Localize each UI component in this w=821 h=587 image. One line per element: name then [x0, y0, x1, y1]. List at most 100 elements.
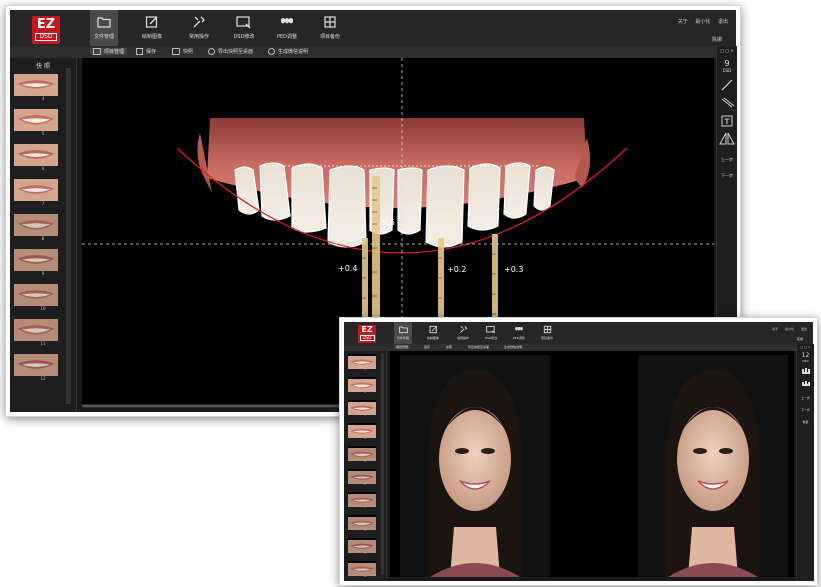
title-bar: EZ DSD 文件管理 绘制图像 常用操作 DSD修改 PED调整 项目备份 关 — [344, 322, 813, 344]
snapshot-image — [348, 423, 376, 438]
snapshot-thumbnail[interactable]: 10 — [344, 561, 386, 578]
user-name: 陈娜 — [711, 37, 722, 43]
export-snapshot-button[interactable]: 导出快照至桌面 — [468, 345, 489, 349]
snapshot-button[interactable]: 快照 — [172, 48, 193, 55]
undo-button[interactable]: 上一步 — [797, 396, 814, 400]
tool-ped-adjust[interactable]: PED调整 — [510, 322, 528, 344]
snapshot-thumbnail[interactable]: 7 — [344, 492, 386, 509]
ruler-tool-icon[interactable] — [717, 95, 737, 111]
sidebar-scrollbar[interactable] — [66, 68, 71, 404]
redo-button[interactable]: 下一步 — [797, 408, 814, 412]
dsd-value-label: DSD — [802, 359, 809, 363]
snapshot-thumbnail[interactable]: 2 — [344, 377, 386, 394]
thumbnail-list: 1 2 3 4 5 6 7 8 9 10 — [344, 351, 386, 578]
dsd-icon — [236, 16, 251, 29]
dsd-value-label: DSD — [722, 68, 732, 73]
folder-icon — [398, 326, 408, 334]
save-icon — [136, 48, 143, 55]
teeth-icon — [281, 18, 293, 24]
project-management-button[interactable]: 项目管理 — [90, 48, 128, 55]
backup-icon — [543, 325, 551, 334]
project-management-button[interactable]: 项目管理 — [394, 345, 411, 349]
sub-toolbar: 项目管理 保存 快照 导出快照至桌面 生成微信说明 — [344, 344, 813, 351]
snapshot-thumbnail[interactable]: 3 — [344, 400, 386, 417]
exit-button[interactable]: 退出 — [718, 19, 728, 25]
hand-tool-icon[interactable] — [797, 366, 814, 376]
snapshot-image — [348, 538, 376, 553]
snapshot-thumbnail[interactable]: 1 — [344, 354, 386, 371]
title-bar: EZ DSD 文件管理 绘制图像 常用操作 DSD修改 PED调整 项目备份 关 — [10, 10, 736, 46]
teeth-icon — [515, 327, 523, 331]
snapshot-image — [348, 400, 376, 415]
user-name: 陈娜 — [796, 337, 803, 341]
snapshot-image — [14, 179, 58, 201]
snapshot-image — [14, 249, 58, 271]
restore-button[interactable]: 恢复 — [797, 420, 814, 424]
snapshot-sidebar: 1 2 3 4 5 6 7 8 9 10 — [344, 351, 387, 581]
tooth-width-label: 9.6 — [382, 218, 395, 227]
wechat-button[interactable]: 生成微信说明 — [504, 345, 522, 349]
undo-button[interactable]: 上一步 — [717, 157, 737, 163]
tool-file-management[interactable]: 文件管理 — [90, 10, 118, 46]
right-toolbar: □ □ × 12 DSD 上一步 下一步 恢复 — [796, 344, 814, 581]
exit-button[interactable]: 退出 — [801, 327, 807, 331]
snapshot-image — [348, 377, 376, 392]
snapshot-thumbnail[interactable]: 8 — [344, 515, 386, 532]
tool-draw-image[interactable]: 绘制图像 — [138, 10, 166, 46]
comparison-window: EZ DSD 文件管理 绘制图像 常用操作 DSD修改 PED调整 项目备份 关 — [339, 317, 818, 586]
line-tool-icon[interactable] — [717, 77, 737, 93]
snapshot-thumbnail[interactable]: 9 — [344, 538, 386, 555]
window-controls: 关于 最小化 退出 — [766, 327, 807, 331]
about-link[interactable]: 关于 — [678, 19, 688, 25]
tool-dsd-modify[interactable]: DSD修改 — [482, 322, 500, 344]
app-logo: EZ DSD — [358, 325, 376, 343]
text-tool-icon[interactable] — [717, 113, 737, 129]
tool-dsd-modify[interactable]: DSD修改 — [230, 10, 258, 46]
window-buttons[interactable]: □ □ × — [797, 344, 814, 349]
measure-right-label: +0.3 — [504, 265, 523, 274]
tool-common-operations[interactable]: 常用操作 — [454, 322, 472, 344]
app-logo: EZ DSD — [32, 16, 60, 44]
snapshot-image — [348, 469, 376, 484]
tool-draw-image[interactable]: 绘制图像 — [424, 322, 442, 344]
tools-icon — [459, 325, 467, 334]
tool-project-backup[interactable]: 项目备份 — [538, 322, 556, 344]
export-icon — [208, 48, 215, 55]
camera-icon — [172, 48, 180, 55]
after-photo — [638, 355, 788, 577]
tool-ped-adjust[interactable]: PED调整 — [273, 10, 301, 46]
minimize-button[interactable]: 最小化 — [695, 19, 710, 25]
snapshot-image — [14, 214, 58, 236]
wechat-icon — [268, 48, 275, 55]
window-buttons[interactable]: □ □ × — [717, 46, 737, 53]
snapshot-image — [14, 354, 58, 376]
tool-project-backup[interactable]: 项目备份 — [316, 10, 344, 46]
before-photo — [400, 355, 550, 577]
comparison-canvas[interactable] — [390, 351, 794, 577]
snapshot-thumbnail[interactable]: 6 — [344, 469, 386, 486]
dsd-value: 9 — [724, 59, 730, 68]
snapshot-thumbnail[interactable]: 5 — [344, 446, 386, 463]
about-link[interactable]: 关于 — [772, 327, 778, 331]
sidebar-scrollbar[interactable] — [381, 354, 384, 574]
snapshot-button[interactable]: 快照 — [446, 345, 452, 349]
snapshot-image — [348, 446, 376, 461]
sub-toolbar: 项目管理 保存 快照 导出快照至桌面 生成微信说明 — [10, 46, 736, 58]
window-controls: 关于 最小化 退出 — [672, 18, 728, 25]
edit-icon — [145, 16, 158, 28]
copy-tool-icon[interactable] — [797, 378, 814, 388]
export-snapshot-button[interactable]: 导出快照至桌面 — [208, 48, 253, 55]
minimize-button[interactable]: 最小化 — [785, 327, 794, 331]
mirror-tool-icon[interactable] — [717, 131, 737, 147]
tool-common-operations[interactable]: 常用操作 — [185, 10, 213, 46]
snapshot-image — [14, 284, 58, 306]
redo-button[interactable]: 下一步 — [717, 173, 737, 179]
save-button[interactable]: 保存 — [424, 345, 430, 349]
save-button[interactable]: 保存 — [136, 48, 156, 55]
snapshot-image — [348, 492, 376, 507]
tool-file-management[interactable]: 文件管理 — [394, 322, 412, 344]
wechat-button[interactable]: 生成微信说明 — [268, 48, 308, 55]
dsd-icon — [486, 325, 496, 334]
snapshot-image — [348, 354, 376, 369]
snapshot-thumbnail[interactable]: 4 — [344, 423, 386, 440]
